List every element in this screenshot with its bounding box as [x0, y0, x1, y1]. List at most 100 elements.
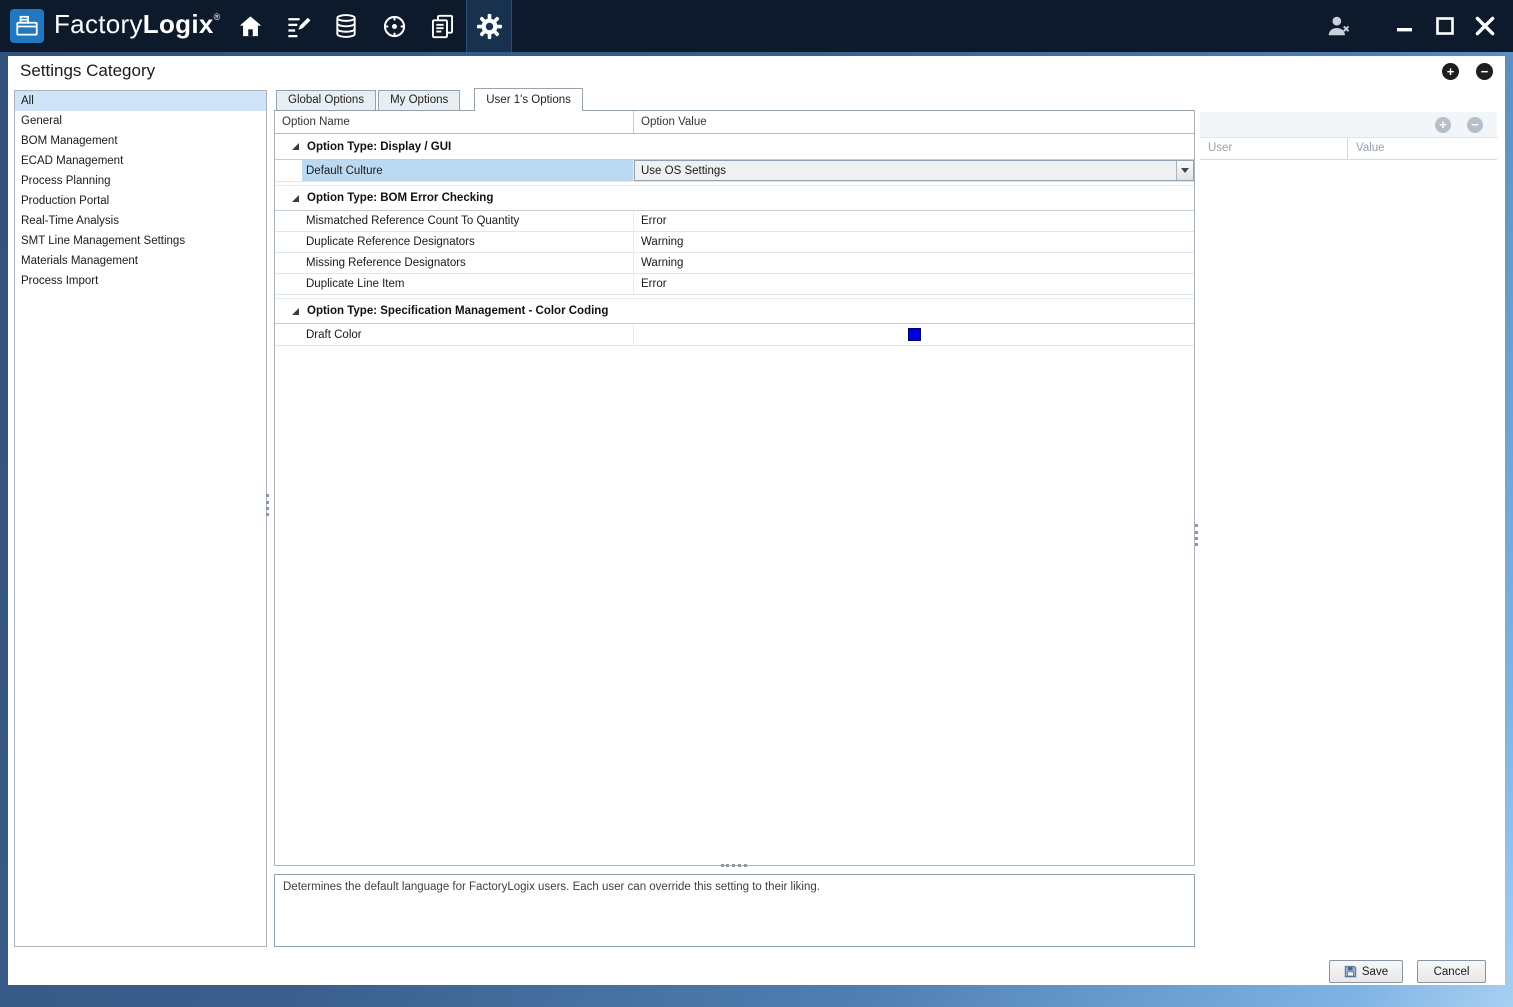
- option-name-cell: Missing Reference Designators: [275, 253, 634, 273]
- main-nav: [226, 0, 512, 52]
- option-name-cell: Draft Color: [275, 324, 634, 345]
- logout-button[interactable]: [1319, 0, 1359, 52]
- add-user-override-icon[interactable]: +: [1435, 117, 1451, 133]
- sidebar-item-bom-management[interactable]: BOM Management: [15, 131, 266, 151]
- database-icon: [333, 13, 359, 39]
- sidebar-item-process-import[interactable]: Process Import: [15, 271, 266, 291]
- app-logo-icon: [10, 9, 44, 43]
- gear-icon: [475, 12, 504, 41]
- option-value-cell: [634, 324, 1194, 345]
- column-header-value[interactable]: Value: [1348, 138, 1497, 159]
- chevron-down-icon: [1181, 168, 1189, 173]
- option-name-cell: Default Culture: [275, 160, 634, 181]
- user-overrides-toolbar: + −: [1200, 112, 1497, 138]
- group-header-spec-color-coding[interactable]: Option Type: Specification Management - …: [275, 298, 1194, 324]
- user-overrides-panel: + − User Value: [1200, 112, 1497, 947]
- options-grid: Option Name Option Value Option Type: Di…: [274, 110, 1195, 866]
- sidebar-item-materials-management[interactable]: Materials Management: [15, 251, 266, 271]
- cancel-button[interactable]: Cancel: [1417, 960, 1486, 983]
- collapse-icon: [292, 143, 299, 150]
- option-value-cell: Error: [634, 274, 1194, 294]
- sidebar-item-general[interactable]: General: [15, 111, 266, 131]
- sidebar-item-ecad-management[interactable]: ECAD Management: [15, 151, 266, 171]
- nav-materials-button[interactable]: [322, 0, 370, 52]
- app-title-factory: Factory: [54, 9, 143, 39]
- dropdown-arrow-button[interactable]: [1176, 161, 1193, 180]
- sidebar-item-all[interactable]: All: [15, 91, 266, 111]
- minimize-icon: [1393, 14, 1417, 38]
- nav-home-button[interactable]: [226, 0, 274, 52]
- registered-mark: ®: [214, 12, 221, 22]
- collapse-icon: [292, 308, 299, 315]
- option-value-label: Error: [641, 215, 667, 227]
- titlebar: FactoryLogix®: [0, 0, 1513, 52]
- group-header-display-gui[interactable]: Option Type: Display / GUI: [275, 134, 1194, 160]
- category-panel-tools: + −: [1442, 63, 1493, 80]
- group-title: Option Type: Display / GUI: [307, 141, 451, 153]
- tab-global-options[interactable]: Global Options: [276, 90, 376, 110]
- column-header-user[interactable]: User: [1200, 138, 1348, 159]
- group-header-bom-error-checking[interactable]: Option Type: BOM Error Checking: [275, 185, 1194, 211]
- cancel-button-label: Cancel: [1434, 966, 1470, 978]
- close-icon: [1472, 13, 1498, 39]
- group-title: Option Type: BOM Error Checking: [307, 192, 493, 204]
- option-row-mismatched-reference[interactable]: Mismatched Reference Count To Quantity E…: [275, 211, 1194, 232]
- option-row-default-culture[interactable]: Default Culture Use OS Settings: [275, 160, 1194, 182]
- option-row-missing-reference-designators[interactable]: Missing Reference Designators Warning: [275, 253, 1194, 274]
- planning-edit-icon: [285, 13, 312, 40]
- option-value-cell: Warning: [634, 232, 1194, 252]
- add-icon[interactable]: +: [1442, 63, 1459, 80]
- option-name-label: Default Culture: [302, 160, 633, 181]
- draft-color-swatch[interactable]: [908, 328, 921, 341]
- save-icon: [1344, 965, 1357, 978]
- sidebar-item-smt-line-management[interactable]: SMT Line Management Settings: [15, 231, 266, 251]
- column-header-option-value[interactable]: Option Value: [634, 111, 1194, 133]
- maximize-button[interactable]: [1425, 0, 1465, 52]
- remove-user-override-icon[interactable]: −: [1467, 117, 1483, 133]
- nav-settings-button[interactable]: [466, 0, 512, 52]
- sidebar-splitter-handle[interactable]: [266, 494, 269, 516]
- window-controls: [1319, 0, 1505, 52]
- option-value-cell: Error: [634, 211, 1194, 231]
- sidebar-item-production-portal[interactable]: Production Portal: [15, 191, 266, 211]
- options-tabs: Global Options My Options User 1's Optio…: [276, 87, 585, 110]
- option-value-label: Error: [641, 278, 667, 290]
- settings-window: Settings Category + − All General BOM Ma…: [8, 56, 1505, 985]
- dropdown-selected-value: Use OS Settings: [641, 165, 726, 177]
- documents-icon: [429, 13, 456, 40]
- column-header-option-name[interactable]: Option Name: [275, 111, 634, 133]
- option-name-cell: Mismatched Reference Count To Quantity: [275, 211, 634, 231]
- remove-icon[interactable]: −: [1476, 63, 1493, 80]
- default-culture-dropdown[interactable]: Use OS Settings: [634, 160, 1194, 181]
- tab-user1-options[interactable]: User 1's Options: [474, 88, 583, 111]
- page-title: Settings Category: [20, 61, 155, 81]
- option-row-duplicate-reference-designators[interactable]: Duplicate Reference Designators Warning: [275, 232, 1194, 253]
- user-overrides-header: User Value: [1200, 138, 1497, 160]
- save-button[interactable]: Save: [1329, 960, 1403, 983]
- save-button-label: Save: [1362, 966, 1388, 978]
- option-name-cell: Duplicate Line Item: [275, 274, 634, 294]
- close-button[interactable]: [1465, 0, 1505, 52]
- sidebar-item-process-planning[interactable]: Process Planning: [15, 171, 266, 191]
- option-value-label: Warning: [641, 257, 683, 269]
- right-panel-splitter-handle[interactable]: [1195, 524, 1198, 546]
- option-row-duplicate-line-item[interactable]: Duplicate Line Item Error: [275, 274, 1194, 295]
- option-name-cell: Duplicate Reference Designators: [275, 232, 634, 252]
- sidebar-item-real-time-analysis[interactable]: Real-Time Analysis: [15, 211, 266, 231]
- tab-my-options[interactable]: My Options: [378, 90, 460, 110]
- nav-logistics-button[interactable]: [370, 0, 418, 52]
- description-splitter-handle[interactable]: [721, 864, 747, 867]
- option-value-cell: Warning: [634, 253, 1194, 273]
- option-description-box: Determines the default language for Fact…: [274, 874, 1195, 947]
- nav-documents-button[interactable]: [418, 0, 466, 52]
- grid-header: Option Name Option Value: [275, 111, 1194, 134]
- option-row-draft-color[interactable]: Draft Color: [275, 324, 1194, 346]
- option-name-label: Duplicate Reference Designators: [275, 236, 475, 248]
- app-title: FactoryLogix®: [54, 9, 221, 40]
- home-icon: [237, 13, 264, 40]
- option-name-label: Missing Reference Designators: [275, 257, 466, 269]
- option-value-cell: Use OS Settings: [634, 160, 1194, 181]
- disc-icon: [381, 13, 408, 40]
- nav-process-planning-button[interactable]: [274, 0, 322, 52]
- minimize-button[interactable]: [1385, 0, 1425, 52]
